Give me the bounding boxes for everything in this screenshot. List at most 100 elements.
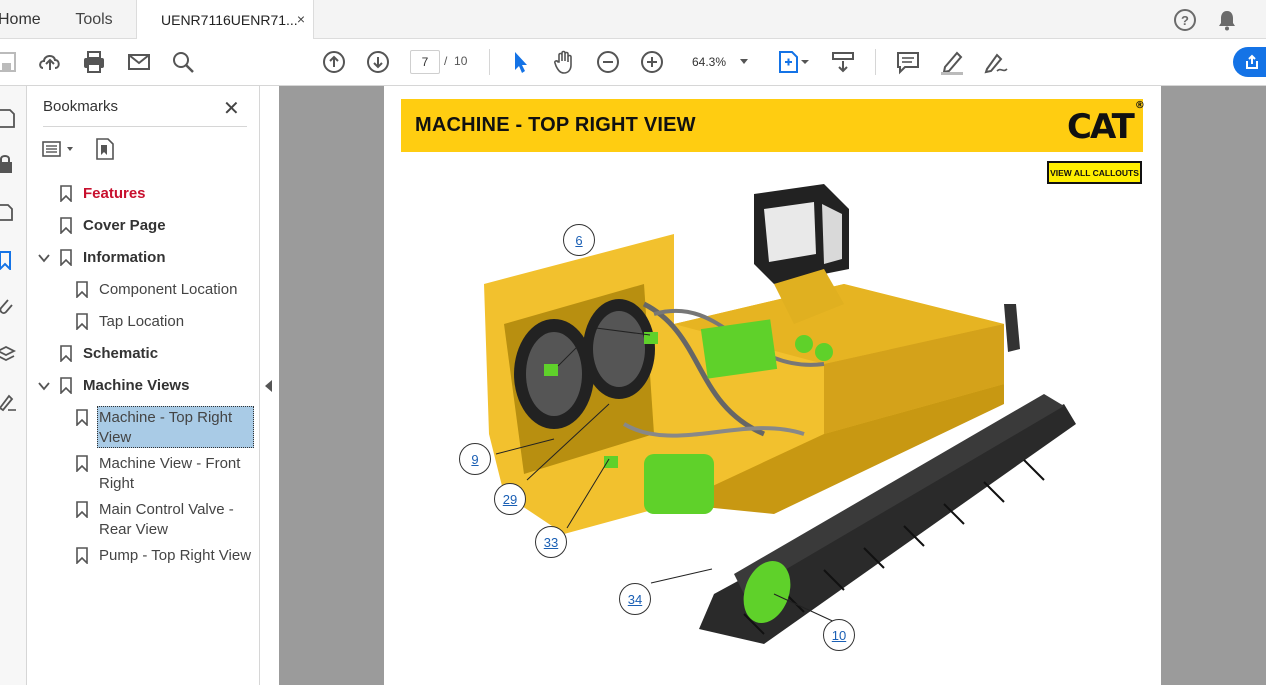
bookmark-machine-views[interactable]: Machine Views [60, 376, 250, 398]
bookmark-tap-location[interactable]: Tap Location [76, 312, 256, 334]
toolbar-divider [875, 49, 876, 75]
callout-10[interactable]: 10 [823, 619, 855, 651]
bookmark-label: Information [83, 249, 166, 266]
bookmark-icon [76, 313, 88, 330]
bookmark-label: Main Control Valve - Rear View [99, 501, 234, 538]
upload-cloud-icon[interactable] [37, 49, 63, 75]
tab-tools-label: Tools [75, 10, 113, 28]
page-banner: MACHINE - TOP RIGHT VIEW CAT® [401, 99, 1145, 152]
bookmark-schematic[interactable]: Schematic [60, 344, 250, 366]
close-icon[interactable]: ✕ [223, 96, 240, 121]
print-icon[interactable] [81, 49, 107, 75]
tab-home[interactable]: Home [0, 0, 52, 39]
chevron-down-icon[interactable] [38, 252, 50, 264]
toolbar: 7 / 10 64.3% [0, 39, 1266, 86]
signatures-icon[interactable] [0, 392, 18, 412]
bookmark-label: Schematic [83, 345, 159, 362]
tab-document[interactable]: UENR7116UENR71... × [136, 0, 314, 40]
chevron-down-icon[interactable] [38, 380, 50, 392]
bookmark-label: Pump - Top Right View [99, 547, 252, 564]
callout-34[interactable]: 34 [619, 583, 651, 615]
scroll-mode-icon[interactable] [830, 49, 856, 75]
new-bookmark-icon[interactable] [95, 137, 117, 161]
lock-icon[interactable] [0, 154, 18, 174]
bell-icon[interactable] [1216, 9, 1238, 31]
fill-sign-icon[interactable] [983, 49, 1009, 75]
highlight-pen-icon[interactable] [939, 49, 965, 75]
attachment-icon[interactable] [0, 296, 18, 316]
bookmark-features[interactable]: Features [60, 184, 250, 206]
bookmark-machine-view-front-right[interactable]: Machine View - Front Right [76, 454, 256, 496]
bookmark-icon [60, 217, 72, 234]
bookmark-icon [60, 345, 72, 362]
previous-page-icon[interactable] [321, 49, 347, 75]
bookmark-icon [76, 455, 88, 472]
page-total: 10 [454, 54, 468, 68]
zoom-in-icon[interactable] [639, 49, 665, 75]
bookmark-information[interactable]: Information [60, 248, 250, 270]
page-separator: / [444, 54, 448, 68]
bookmark-icon [76, 547, 88, 564]
callout-29[interactable]: 29 [494, 483, 526, 515]
share-button[interactable] [1233, 47, 1266, 77]
page-count: / 10 [444, 54, 467, 68]
tab-home-label: Home [0, 10, 41, 28]
excavator-illustration [484, 184, 1076, 644]
bookmark-main-control-valve[interactable]: Main Control Valve - Rear View [76, 500, 256, 542]
bookmark-label: Component Location [99, 281, 238, 298]
bookmark-label: Machine View - Front Right [99, 455, 241, 492]
tab-bar: Home Tools UENR7116UENR71... × ? [0, 0, 1266, 40]
pdf-page: MACHINE - TOP RIGHT VIEW CAT® VIEW ALL C… [384, 86, 1161, 685]
bookmark-label: Features [83, 185, 146, 202]
tab-document-label: UENR7116UENR71... [161, 12, 298, 28]
bookmark-icon [76, 281, 88, 298]
zoom-out-icon[interactable] [595, 49, 621, 75]
pages-icon[interactable] [0, 202, 18, 222]
bookmark-pump-top-right-view[interactable]: Pump - Top Right View [76, 546, 256, 568]
callout-33[interactable]: 33 [535, 526, 567, 558]
bookmark-panel-icon[interactable] [0, 250, 18, 270]
callout-6[interactable]: 6 [563, 224, 595, 256]
layers-icon[interactable] [0, 344, 18, 364]
registered-mark: ® [1134, 99, 1145, 111]
bookmark-icon [60, 185, 72, 202]
share-icon [1246, 54, 1258, 69]
document-viewport[interactable]: MACHINE - TOP RIGHT VIEW CAT® VIEW ALL C… [279, 86, 1266, 685]
bookmark-label: Tap Location [99, 313, 185, 330]
bookmark-label: Machine Views [83, 377, 190, 394]
hand-tool-icon[interactable] [551, 49, 577, 75]
toolbar-divider [489, 49, 490, 75]
bookmark-label: Cover Page [83, 217, 166, 234]
cat-logo: CAT® [1067, 100, 1145, 147]
bookmark-cover-page[interactable]: Cover Page [60, 216, 250, 238]
bookmark-icon [60, 249, 72, 266]
bookmarks-panel: Bookmarks ✕ Features Cover Page Informat… [27, 86, 260, 685]
collapse-panel-icon[interactable] [265, 380, 272, 392]
tab-tools[interactable]: Tools [52, 0, 136, 39]
save-icon[interactable] [0, 49, 20, 75]
bookmarks-title: Bookmarks [43, 98, 119, 115]
bookmark-label: Machine - Top Right View [99, 409, 233, 446]
email-icon[interactable] [126, 49, 152, 75]
chevron-down-icon [740, 59, 748, 64]
cat-logo-text: CAT [1067, 107, 1135, 147]
callout-9[interactable]: 9 [459, 443, 491, 475]
next-page-icon[interactable] [365, 49, 391, 75]
bookmark-machine-top-right-view[interactable]: Machine - Top Right View [76, 408, 256, 450]
zoom-level-value: 64.3% [692, 55, 727, 69]
bookmark-component-location[interactable]: Component Location [76, 280, 256, 302]
page-thumbnail-icon[interactable] [0, 108, 18, 128]
zoom-level-select[interactable]: 64.3% [684, 50, 752, 74]
tab-close-icon[interactable]: × [297, 11, 305, 27]
comment-icon[interactable] [895, 49, 921, 75]
bookmark-options-icon[interactable] [42, 140, 78, 158]
bookmark-icon [76, 409, 88, 426]
select-cursor-icon[interactable] [507, 49, 533, 75]
help-icon[interactable]: ? [1174, 9, 1196, 31]
search-icon[interactable] [170, 49, 196, 75]
page-title: MACHINE - TOP RIGHT VIEW [415, 114, 696, 136]
fit-page-icon[interactable] [777, 49, 811, 75]
page-number-input[interactable]: 7 [410, 50, 440, 74]
left-tool-rail [0, 86, 27, 685]
bookmark-icon [76, 501, 88, 518]
